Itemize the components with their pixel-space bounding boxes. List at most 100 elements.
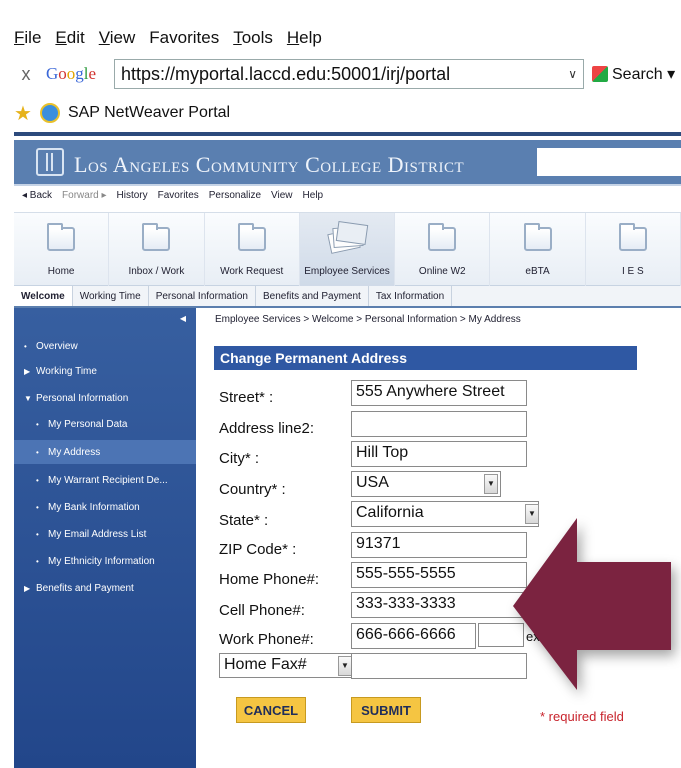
top-level-tabs: Home Inbox / Work Work Request Employee … bbox=[14, 212, 681, 287]
tab-label: Online W2 bbox=[418, 266, 466, 277]
form-title: Change Permanent Address bbox=[214, 346, 637, 370]
folder-icon bbox=[428, 223, 457, 251]
menu-favorites[interactable]: Favorites bbox=[149, 28, 219, 54]
sidebar-item-overview[interactable]: • Overview bbox=[14, 334, 196, 358]
folder-icon bbox=[142, 223, 171, 251]
star-icon[interactable]: ★ bbox=[14, 101, 32, 126]
nav-help[interactable]: Help bbox=[303, 190, 324, 208]
search-label: Search ▾ bbox=[612, 66, 676, 83]
subtab-tax-information[interactable]: Tax Information bbox=[369, 286, 453, 306]
address-line2-label: Address line2: bbox=[219, 420, 315, 437]
sub-tabs: Welcome Working Time Personal Informatio… bbox=[14, 286, 681, 308]
home-phone-input[interactable]: 555-555-5555 bbox=[351, 562, 527, 588]
zip-input[interactable]: 91371 bbox=[351, 532, 527, 558]
subtab-personal-information[interactable]: Personal Information bbox=[149, 286, 256, 306]
sidebar-item-my-address[interactable]: • My Address bbox=[14, 440, 196, 464]
sidebar-item-personal-information[interactable]: ▼ Personal Information bbox=[14, 386, 196, 410]
nav-personalize[interactable]: Personalize bbox=[209, 190, 261, 208]
nav-favorites[interactable]: Favorites bbox=[158, 190, 199, 208]
subtab-welcome[interactable]: Welcome bbox=[14, 286, 73, 306]
cell-phone-label: Cell Phone#: bbox=[219, 602, 305, 619]
chevron-down-icon[interactable]: ∨ bbox=[568, 67, 577, 81]
sidebar-item-working-time[interactable]: ▶ Working Time bbox=[14, 359, 196, 383]
street-input[interactable]: 555 Anywhere Street bbox=[351, 380, 527, 406]
nav-back[interactable]: ◂ Back bbox=[22, 190, 52, 208]
required-field-note: * required field bbox=[540, 709, 624, 724]
search-button[interactable]: Search ▾ bbox=[592, 64, 675, 84]
tab-home[interactable]: Home bbox=[14, 213, 110, 287]
close-icon[interactable]: x bbox=[14, 64, 38, 85]
tab-work-request[interactable]: Work Request bbox=[205, 213, 300, 287]
tab-online-w2[interactable]: Online W2 bbox=[395, 213, 491, 287]
tab-label: eBTA bbox=[525, 266, 550, 277]
breadcrumb: Employee Services > Welcome > Personal I… bbox=[215, 314, 521, 325]
menu-help[interactable]: Help bbox=[287, 28, 322, 54]
street-label: Street* : bbox=[219, 389, 274, 406]
zip-label: ZIP Code* : bbox=[219, 541, 297, 558]
sidebar-item-my-email-address-list[interactable]: • My Email Address List bbox=[14, 522, 196, 546]
google-logo: Google bbox=[46, 64, 97, 83]
subtab-benefits-and-payment[interactable]: Benefits and Payment bbox=[256, 286, 369, 306]
tab-label: Work Request bbox=[220, 266, 284, 277]
sidebar-item-benefits-and-payment[interactable]: ▶ Benefits and Payment bbox=[14, 576, 196, 600]
tab-employee-services[interactable]: Employee Services bbox=[299, 213, 396, 287]
address-toolbar: x Google https://myportal.laccd.edu:5000… bbox=[14, 58, 681, 90]
header-rule bbox=[14, 184, 681, 186]
nav-forward[interactable]: Forward ▸ bbox=[62, 190, 106, 208]
nav-history[interactable]: History bbox=[117, 190, 148, 208]
search-provider-icon bbox=[592, 66, 608, 82]
nav-view[interactable]: View bbox=[271, 190, 293, 208]
sidebar-item-my-bank-information[interactable]: • My Bank Information bbox=[14, 495, 196, 519]
url-field[interactable]: https://myportal.laccd.edu:50001/irj/por… bbox=[114, 59, 584, 89]
tab-inbox-work[interactable]: Inbox / Work bbox=[109, 213, 205, 287]
chrome-divider bbox=[14, 132, 681, 136]
fax-type-select[interactable]: Home Fax# bbox=[219, 653, 353, 678]
favorites-bar: ★ SAP NetWeaver Portal bbox=[14, 98, 230, 128]
tab-label: Inbox / Work bbox=[128, 266, 185, 277]
documents-stack-icon bbox=[327, 221, 369, 254]
country-value: USA bbox=[356, 474, 389, 491]
menu-file[interactable]: File bbox=[14, 28, 41, 54]
folder-icon bbox=[47, 223, 76, 251]
url-text: https://myportal.laccd.edu:50001/irj/por… bbox=[121, 63, 451, 84]
country-dropdown-icon[interactable]: ▼ bbox=[484, 474, 498, 494]
tab-ies[interactable]: I E S bbox=[586, 213, 681, 287]
annotation-arrow-icon bbox=[513, 518, 671, 690]
sidebar-item-my-ethnicity-information[interactable]: • My Ethnicity Information bbox=[14, 549, 196, 573]
address-line2-input[interactable] bbox=[351, 411, 527, 437]
collapse-sidebar-icon[interactable]: ◀ bbox=[180, 314, 186, 323]
sidebar: ◀ • Overview ▶ Working Time ▼ Personal Info… bbox=[14, 308, 196, 768]
tab-label: Employee Services bbox=[304, 266, 390, 277]
ie-page-icon bbox=[39, 103, 60, 123]
fax-type-value: Home Fax# bbox=[224, 656, 307, 673]
subtab-working-time[interactable]: Working Time bbox=[73, 286, 149, 306]
country-label: Country* : bbox=[219, 481, 286, 498]
district-title: Los Angeles Community College District bbox=[74, 152, 465, 177]
browser-menubar: File Edit View Favorites Tools Help bbox=[14, 28, 322, 54]
header-blank-area bbox=[537, 148, 681, 176]
state-label: State* : bbox=[219, 512, 269, 529]
submit-button[interactable]: SUBMIT bbox=[351, 697, 421, 723]
folder-icon bbox=[237, 223, 266, 251]
work-phone-input[interactable]: 666-666-6666 bbox=[351, 623, 476, 649]
district-logo-icon bbox=[36, 148, 64, 176]
fax-type-dropdown-icon[interactable]: ▼ bbox=[338, 656, 352, 676]
city-input[interactable]: Hill Top bbox=[351, 441, 527, 467]
page-tab-title[interactable]: SAP NetWeaver Portal bbox=[68, 104, 230, 122]
cancel-button[interactable]: CANCEL bbox=[236, 697, 306, 723]
tab-ebta[interactable]: eBTA bbox=[490, 213, 586, 287]
menu-view[interactable]: View bbox=[99, 28, 136, 54]
work-phone-label: Work Phone#: bbox=[219, 631, 314, 648]
menu-tools[interactable]: Tools bbox=[233, 28, 273, 54]
state-value: California bbox=[356, 504, 424, 521]
portal-nav: ◂ Back Forward ▸ History Favorites Perso… bbox=[22, 190, 323, 208]
sidebar-item-my-personal-data[interactable]: • My Personal Data bbox=[14, 412, 196, 436]
city-label: City* : bbox=[219, 450, 260, 467]
country-select[interactable]: USA bbox=[351, 471, 501, 497]
sidebar-item-my-warrant-recipient[interactable]: • My Warrant Recipient De... bbox=[14, 468, 196, 492]
menu-edit[interactable]: Edit bbox=[55, 28, 84, 54]
fax-input[interactable] bbox=[351, 653, 527, 679]
tab-label: Home bbox=[47, 266, 75, 277]
portal-header: Los Angeles Community College District bbox=[14, 140, 681, 184]
cell-phone-input[interactable]: 333-333-3333 bbox=[351, 592, 527, 618]
